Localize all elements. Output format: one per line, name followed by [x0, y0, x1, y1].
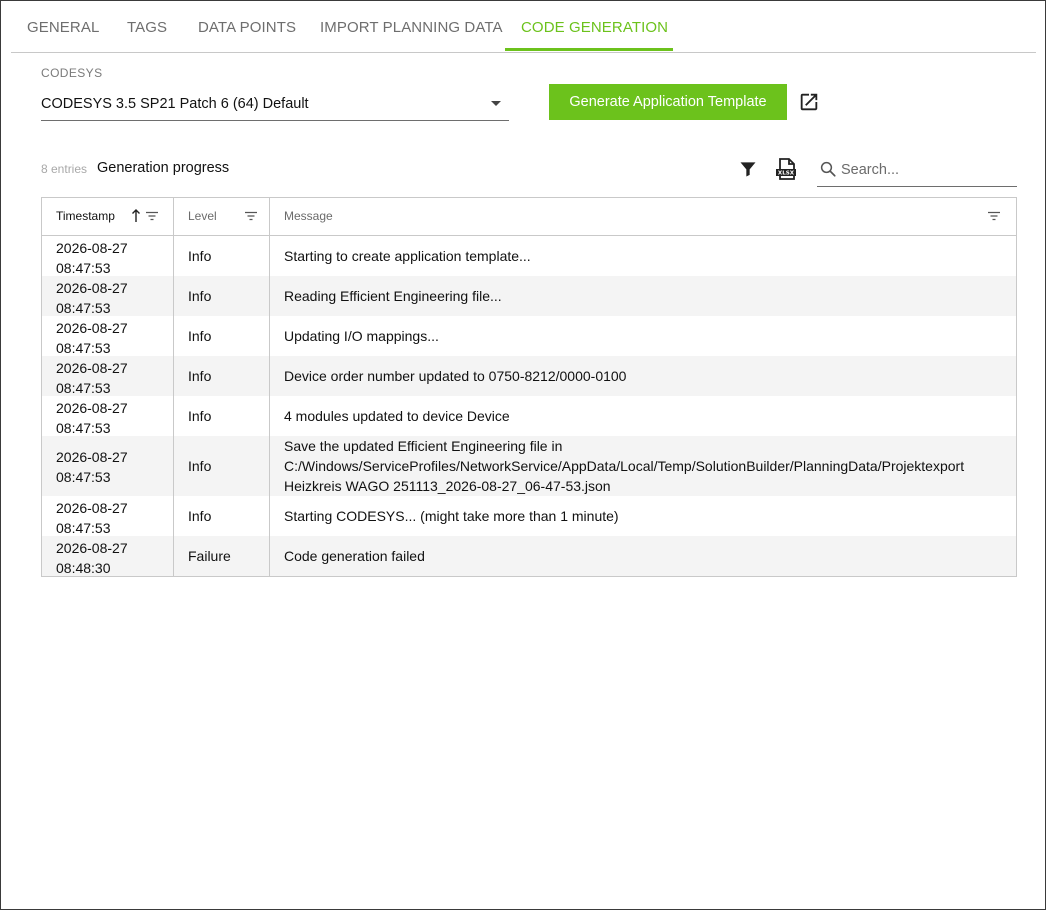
codesys-selected-value: CODESYS 3.5 SP21 Patch 6 (64) Default — [41, 96, 309, 112]
message-cell: 4 modules updated to device Device — [284, 408, 510, 424]
tab-code-generation[interactable]: CODE GENERATION — [521, 1, 668, 52]
level-cell: Info — [174, 396, 270, 436]
message-cell: Device order number updated to 0750-8212… — [284, 368, 627, 384]
sort-ascending-icon[interactable] — [131, 209, 141, 223]
table-row[interactable]: 2026-08-27 08:47:53 Info Starting to crea… — [42, 236, 1016, 276]
level-cell: Info — [174, 356, 270, 396]
timestamp-cell: 2026-08-27 08:47:53 — [42, 496, 174, 536]
timestamp-cell: 2026-08-27 08:47:53 — [42, 236, 174, 276]
level-cell: Failure — [174, 536, 270, 576]
message-cell: Save the updated Efficient Engineering f… — [284, 438, 965, 494]
column-header-level[interactable]: Level — [174, 198, 270, 235]
search-box — [817, 157, 1017, 187]
level-cell: Info — [174, 436, 270, 496]
generate-application-template-button[interactable]: Generate Application Template — [549, 84, 787, 120]
message-cell: Reading Efficient Engineering file... — [284, 288, 502, 304]
tab-tags[interactable]: TAGS — [127, 1, 167, 52]
filter-icon[interactable] — [738, 159, 758, 179]
tab-data-points[interactable]: DATA POINTS — [198, 1, 296, 52]
timestamp-cell: 2026-08-27 08:47:53 — [42, 276, 174, 316]
codesys-version-select[interactable]: CODESYS 3.5 SP21 Patch 6 (64) Default — [41, 89, 509, 121]
timestamp-cell: 2026-08-27 08:47:53 — [42, 396, 174, 436]
level-cell: Info — [174, 316, 270, 356]
table-row[interactable]: 2026-08-27 08:47:53 Info Updating I/O map… — [42, 316, 1016, 356]
table-row[interactable]: 2026-08-27 08:47:53 Info 4 modules update… — [42, 396, 1016, 436]
message-cell: Code generation failed — [284, 548, 425, 564]
timestamp-cell: 2026-08-27 08:48:30 — [42, 536, 174, 576]
message-cell: Updating I/O mappings... — [284, 328, 439, 344]
open-in-new-icon[interactable] — [798, 91, 820, 113]
message-cell: Starting CODESYS... (might take more tha… — [284, 508, 619, 524]
code-generation-panel: GENERAL TAGS DATA POINTS IMPORT PLANNING… — [0, 0, 1046, 910]
message-cell: Starting to create application template.… — [284, 248, 531, 264]
column-header-message[interactable]: Message — [270, 198, 1016, 235]
column-header-label: Timestamp — [56, 209, 115, 223]
tab-general[interactable]: GENERAL — [27, 1, 99, 52]
column-filter-icon[interactable] — [988, 211, 1000, 221]
dropdown-caret-icon — [491, 101, 501, 106]
level-cell: Info — [174, 276, 270, 316]
timestamp-cell: 2026-08-27 08:47:53 — [42, 436, 174, 496]
table-row[interactable]: 2026-08-27 08:47:53 Info Device order num… — [42, 356, 1016, 396]
codesys-label: CODESYS — [41, 66, 103, 80]
column-header-label: Level — [188, 209, 217, 223]
search-icon — [820, 161, 836, 177]
search-input[interactable] — [841, 159, 1011, 181]
column-header-timestamp[interactable]: Timestamp — [42, 198, 174, 235]
entries-count: 8 entries — [41, 162, 88, 176]
active-tab-indicator — [505, 48, 673, 51]
table-row[interactable]: 2026-08-27 08:47:53 Info Save the updated… — [42, 436, 1016, 496]
table-row[interactable]: 2026-08-27 08:48:30 Failure Code generati… — [42, 536, 1016, 576]
table-row[interactable]: 2026-08-27 08:47:53 Info Starting CODESYS… — [42, 496, 1016, 536]
timestamp-cell: 2026-08-27 08:47:53 — [42, 316, 174, 356]
svg-text:XLSX: XLSX — [778, 171, 795, 177]
level-cell: Info — [174, 236, 270, 276]
column-filter-icon[interactable] — [146, 211, 158, 221]
xlsx-export-icon[interactable]: XLSX — [774, 157, 798, 181]
column-header-label: Message — [284, 209, 333, 223]
table-title: Generation progress — [97, 160, 230, 176]
tab-import-planning-data[interactable]: IMPORT PLANNING DATA — [320, 1, 503, 52]
table-row[interactable]: 2026-08-27 08:47:53 Info Reading Efficien… — [42, 276, 1016, 316]
tab-bar: GENERAL TAGS DATA POINTS IMPORT PLANNING… — [11, 1, 1036, 53]
generation-progress-table: Timestamp Level Message 2026-08-27 08:47… — [41, 197, 1017, 577]
level-cell: Info — [174, 496, 270, 536]
column-filter-icon[interactable] — [245, 211, 257, 221]
timestamp-cell: 2026-08-27 08:47:53 — [42, 356, 174, 396]
table-header-row: Timestamp Level Message — [42, 198, 1016, 236]
